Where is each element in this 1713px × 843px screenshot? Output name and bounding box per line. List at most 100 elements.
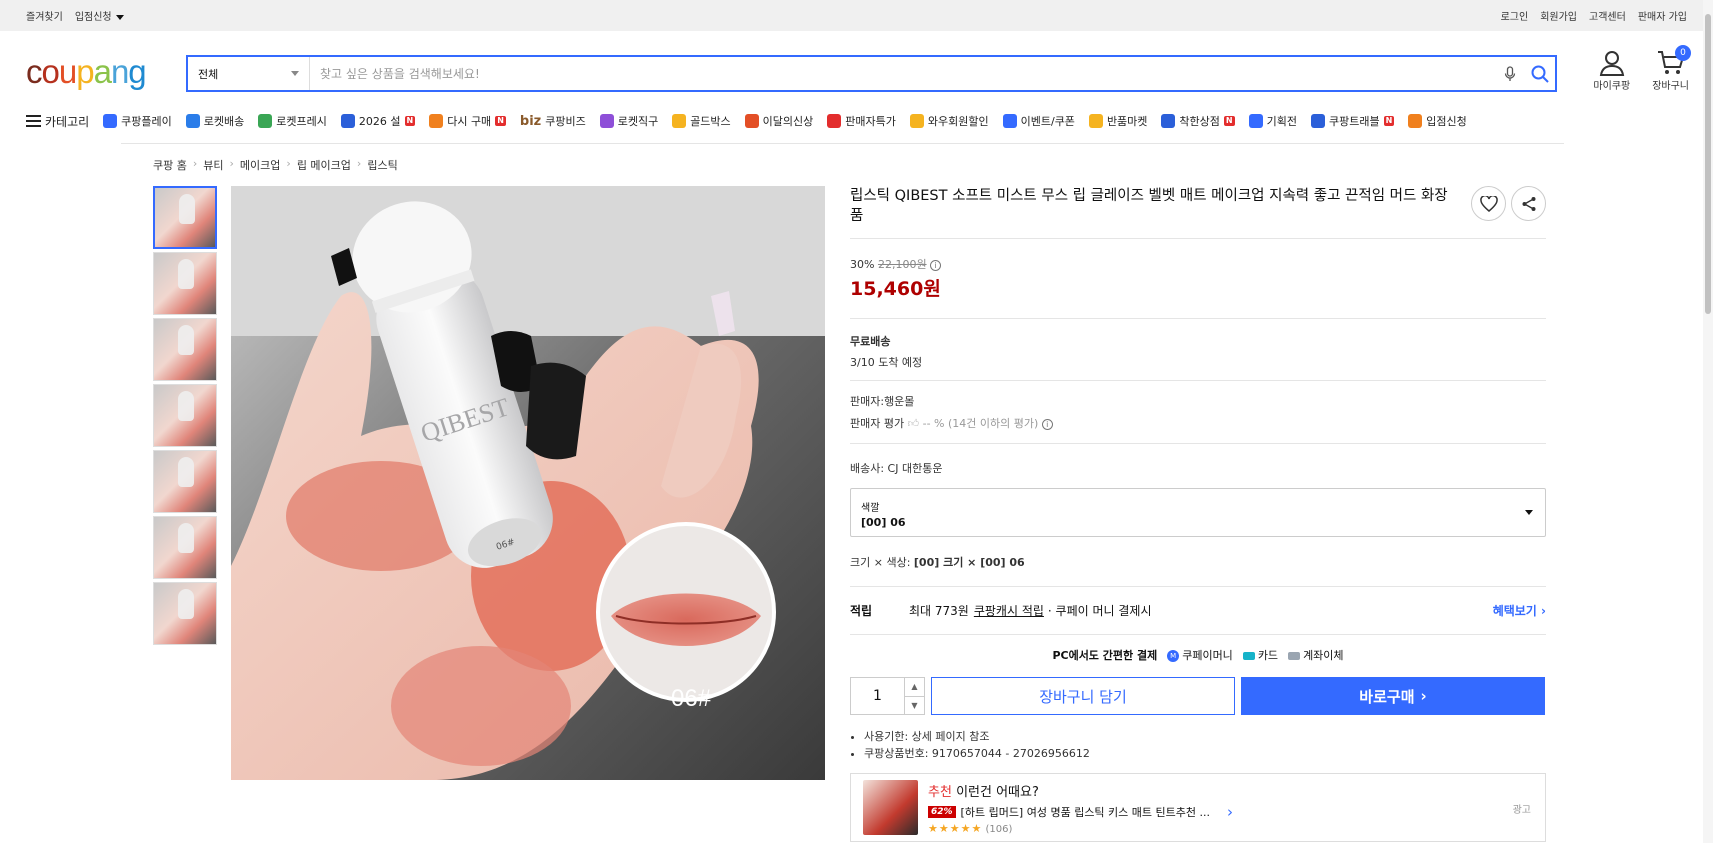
product-info-panel: 립스틱 QIBEST 소프트 미스트 무스 립 글레이즈 벨벳 매트 메이크업 …: [850, 186, 1546, 842]
discount-rate: 30%: [850, 258, 875, 271]
new-badge: N: [1383, 116, 1395, 126]
nav-item-2[interactable]: 로켓배송: [185, 113, 244, 129]
buy-now-button[interactable]: 바로구매 ›: [1241, 677, 1545, 715]
logo-letter: n: [110, 53, 129, 90]
breadcrumb-item[interactable]: 립스틱: [367, 157, 397, 173]
quantity-up-button[interactable]: ▲: [905, 678, 924, 697]
nav-icon: [429, 114, 444, 128]
cart-button[interactable]: 0 장바구니: [1652, 45, 1691, 92]
seller-name[interactable]: 판매자:행운몰: [850, 393, 1546, 409]
mic-icon[interactable]: [1495, 65, 1525, 82]
share-icon: [1522, 196, 1535, 211]
nav-item-8[interactable]: 골드박스: [672, 113, 731, 129]
nav-item-1[interactable]: 쿠팡플레이: [103, 113, 172, 129]
cart-count-badge: 0: [1675, 45, 1691, 61]
image-shade-label: 06#: [671, 685, 712, 712]
seller-apply-label: 입점신청: [74, 12, 112, 23]
recommendation-thumbnail: [863, 780, 918, 835]
new-badge: N: [404, 116, 416, 126]
biz-logo: biz: [519, 113, 542, 129]
breadcrumb-item[interactable]: 뷰티: [203, 157, 223, 173]
seller-apply-dropdown[interactable]: 입점신청: [75, 8, 124, 23]
recommendation-card[interactable]: 추천 이런건 어때요? 62% [하트 립머드] 여성 명품 립스틱 키스 매트…: [850, 773, 1546, 842]
category-label: 카테고리: [45, 114, 90, 129]
bookmark-link[interactable]: 즐겨찾기: [26, 8, 63, 23]
benefits-link[interactable]: 혜택보기 ›: [1493, 602, 1546, 619]
scrollbar-thumb[interactable]: [1705, 14, 1711, 314]
thumbnail-7[interactable]: [153, 582, 217, 645]
category-menu-button[interactable]: 카테고리: [26, 113, 89, 130]
login-link[interactable]: 로그인: [1501, 8, 1529, 23]
thumbnail-6[interactable]: [153, 516, 217, 579]
nav-icon: [1161, 114, 1176, 128]
seller-signup-link[interactable]: 판매자 가입: [1638, 8, 1687, 23]
logo-letter: g: [128, 53, 146, 90]
nav-item-12[interactable]: 이벤트/쿠폰: [1002, 113, 1075, 129]
thumbnail-list: [153, 186, 217, 645]
thumbnail-3[interactable]: [153, 318, 217, 381]
signup-link[interactable]: 회원가입: [1540, 8, 1577, 23]
customer-center-link[interactable]: 고객센터: [1589, 8, 1626, 23]
nav-item-14[interactable]: 착한상점 N: [1161, 113, 1235, 129]
thumbs-up-icon: 👍︎: [907, 417, 920, 430]
logo-letter: c: [26, 53, 42, 90]
search-icon[interactable]: [1525, 65, 1555, 83]
nav-item-11[interactable]: 와우회원할인: [909, 113, 989, 129]
nav-item-label: 쿠팡트래블: [1328, 115, 1380, 128]
chevron-right-icon: ›: [286, 157, 291, 170]
wishlist-button[interactable]: [1471, 186, 1506, 221]
nav-item-17[interactable]: 입점신청: [1408, 113, 1467, 129]
chevron-right-icon[interactable]: ›: [1227, 803, 1233, 821]
mypage-button[interactable]: 마이쿠팡: [1593, 49, 1630, 92]
share-button[interactable]: [1511, 186, 1546, 221]
nav-item-label: 이벤트/쿠폰: [1020, 115, 1075, 128]
coupay-money-label: 쿠페이머니: [1182, 649, 1233, 662]
coupay-icon: M: [1167, 650, 1180, 662]
chevron-down-icon: [115, 14, 124, 20]
nav-item-5[interactable]: 다시 구매 N: [429, 113, 506, 129]
chevron-right-icon: ›: [229, 157, 234, 170]
nav-item-label: 기획전: [1266, 115, 1297, 128]
coupang-cash-link[interactable]: 쿠팡캐시 적립: [974, 602, 1044, 619]
user-icon: [1599, 51, 1624, 76]
top-utility-bar: 즐겨찾기 입점신청 로그인 회원가입 고객센터 판매자 가입: [0, 0, 1713, 31]
color-option-select[interactable]: 색깔 [00] 06: [850, 488, 1546, 537]
quantity-down-button[interactable]: ▼: [905, 697, 924, 715]
scrollbar[interactable]: [1703, 0, 1713, 843]
breadcrumb-item[interactable]: 메이크업: [240, 157, 280, 173]
nav-item-4[interactable]: 2026 설N: [340, 113, 416, 129]
nav-item-label: 2026 설: [358, 115, 401, 128]
thumbnail-2[interactable]: [153, 252, 217, 315]
nav-item-15[interactable]: 기획전: [1248, 113, 1297, 129]
info-icon[interactable]: i: [930, 259, 942, 271]
recommendation-product: 62% [하트 립머드] 여성 명품 립스틱 키스 매트 틴트추천 ... ›: [928, 803, 1533, 821]
nav-item-7[interactable]: 로켓직구: [599, 113, 658, 129]
pc-payment-row: PC에서도 간편한 결제 M 쿠페이머니 카드 계좌이체: [850, 647, 1546, 663]
nav-item-9[interactable]: 이달의신상: [744, 113, 813, 129]
info-icon[interactable]: i: [1041, 418, 1053, 430]
search-input[interactable]: [310, 66, 1495, 81]
breadcrumb-item[interactable]: 쿠팡 홈: [153, 157, 187, 173]
breadcrumb: 쿠팡 홈 › 뷰티 › 메이크업 › 립 메이크업 › 립스틱: [153, 157, 398, 173]
thumbnail-1[interactable]: [153, 186, 217, 249]
nav-item-3[interactable]: 로켓프레시: [258, 113, 327, 129]
add-to-cart-button[interactable]: 장바구니 담기: [931, 677, 1235, 715]
breadcrumb-item[interactable]: 립 메이크업: [297, 157, 351, 173]
thumbnail-5[interactable]: [153, 450, 217, 513]
quantity-input[interactable]: 1: [851, 678, 904, 714]
search-category-select[interactable]: 전체: [188, 57, 310, 90]
product-main-image[interactable]: QIBEST 06# 06#: [231, 186, 825, 780]
nav-icon: [827, 114, 842, 128]
logo-letter: o: [41, 53, 60, 90]
thumbnail-4[interactable]: [153, 384, 217, 447]
nav-item-13[interactable]: 반품마켓: [1088, 113, 1147, 129]
chevron-right-icon: ›: [356, 157, 362, 170]
nav-icon: [672, 114, 687, 128]
nav-item-10[interactable]: 판매자특가: [827, 113, 896, 129]
nav-item-6[interactable]: biz 쿠팡비즈: [520, 113, 586, 129]
coupang-logo[interactable]: coupang: [26, 53, 147, 91]
recommend-title: 이런건 어때요?: [956, 784, 1039, 800]
nav-item-16[interactable]: 쿠팡트래블 N: [1310, 113, 1395, 129]
sale-price: 15,460원: [850, 278, 941, 300]
card-method: 카드: [1242, 647, 1278, 663]
